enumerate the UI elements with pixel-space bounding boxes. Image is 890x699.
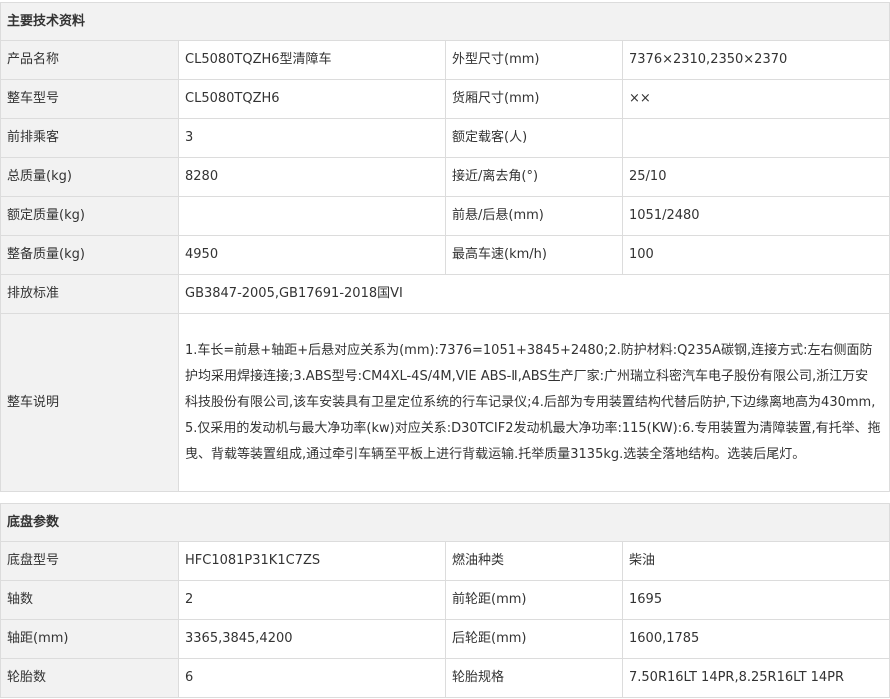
spec-value: CL5080TQZH6: [178, 79, 446, 119]
table-row: 轴距(mm) 3365,3845,4200 后轮距(mm) 1600,1785: [0, 619, 890, 659]
spec-label: 接近/离去角(°): [445, 157, 623, 197]
table-row: 轮胎数 6 轮胎规格 7.50R16LT 14PR,8.25R16LT 14PR: [0, 658, 890, 698]
spec-label: 底盘型号: [0, 541, 179, 581]
emission-label: 排放标准: [0, 274, 179, 314]
chassis-specs-table: 底盘参数 底盘型号 HFC1081P31K1C7ZS 燃油种类 柴油 轴数 2 …: [0, 503, 890, 698]
spec-value: [621, 118, 890, 158]
table-row: 整备质量(kg) 4950 最高车速(km/h) 100: [0, 235, 890, 275]
table-row: 总质量(kg) 8280 接近/离去角(°) 25/10: [0, 157, 890, 197]
spec-label: 轴数: [0, 580, 179, 620]
table-row: 产品名称 CL5080TQZH6型清障车 外型尺寸(mm) 7376×2310,…: [0, 40, 890, 80]
chassis-specs-title: 底盘参数: [0, 503, 890, 542]
spec-label: 额定质量(kg): [0, 196, 179, 236]
spec-label: 轮胎规格: [445, 658, 623, 698]
spec-value: 25/10: [621, 157, 890, 197]
table-row: 底盘型号 HFC1081P31K1C7ZS 燃油种类 柴油: [0, 541, 890, 581]
spec-value: 6: [178, 658, 446, 698]
description-value: 1.车长=前悬+轴距+后悬对应关系为(mm):7376=1051+3845+24…: [177, 313, 890, 492]
spec-label: 轮胎数: [0, 658, 179, 698]
spec-label: 后轮距(mm): [445, 619, 623, 659]
table-row: 整车说明 1.车长=前悬+轴距+后悬对应关系为(mm):7376=1051+38…: [0, 313, 890, 492]
page: 主要技术资料 产品名称 CL5080TQZH6型清障车 外型尺寸(mm) 737…: [0, 0, 890, 699]
table-row: 整车型号 CL5080TQZH6 货厢尺寸(mm) ××: [0, 79, 890, 119]
spec-label: 最高车速(km/h): [445, 235, 623, 275]
spec-value: 1695: [621, 580, 890, 620]
spec-value: 7376×2310,2350×2370: [621, 40, 890, 80]
spec-label: 整车型号: [0, 79, 179, 119]
spec-value: 100: [621, 235, 890, 275]
spec-label: 轴距(mm): [0, 619, 179, 659]
spec-label: 燃油种类: [445, 541, 623, 581]
spec-value: 3: [178, 118, 446, 158]
spec-label: 额定载客(人): [445, 118, 623, 158]
spec-label: 整备质量(kg): [0, 235, 179, 275]
spec-label: 产品名称: [0, 40, 179, 80]
table-row: 轴数 2 前轮距(mm) 1695: [0, 580, 890, 620]
table-row: 排放标准 GB3847-2005,GB17691-2018国VI: [0, 274, 890, 314]
spec-value: 8280: [178, 157, 446, 197]
spec-value: HFC1081P31K1C7ZS: [178, 541, 446, 581]
spec-value: 4950: [178, 235, 446, 275]
spec-label: 外型尺寸(mm): [445, 40, 623, 80]
spec-label: 前排乘客: [0, 118, 179, 158]
spec-label: 总质量(kg): [0, 157, 179, 197]
spec-value: [178, 196, 446, 236]
spec-value: CL5080TQZH6型清障车: [178, 40, 446, 80]
description-label: 整车说明: [0, 313, 179, 492]
table-row: 前排乘客 3 额定载客(人): [0, 118, 890, 158]
spec-label: 货厢尺寸(mm): [445, 79, 623, 119]
spec-label: 前轮距(mm): [445, 580, 623, 620]
spec-value: ××: [621, 79, 890, 119]
spec-label: 前悬/后悬(mm): [445, 196, 623, 236]
spec-value: 1600,1785: [621, 619, 890, 659]
main-specs-title: 主要技术资料: [0, 2, 890, 41]
spec-value: 柴油: [621, 541, 890, 581]
main-specs-table: 主要技术资料 产品名称 CL5080TQZH6型清障车 外型尺寸(mm) 737…: [0, 2, 890, 492]
spec-value: 1051/2480: [621, 196, 890, 236]
table-row: 额定质量(kg) 前悬/后悬(mm) 1051/2480: [0, 196, 890, 236]
spec-value: 7.50R16LT 14PR,8.25R16LT 14PR: [621, 658, 890, 698]
spec-value: 3365,3845,4200: [178, 619, 446, 659]
emission-value: GB3847-2005,GB17691-2018国VI: [177, 274, 890, 314]
spec-value: 2: [178, 580, 446, 620]
